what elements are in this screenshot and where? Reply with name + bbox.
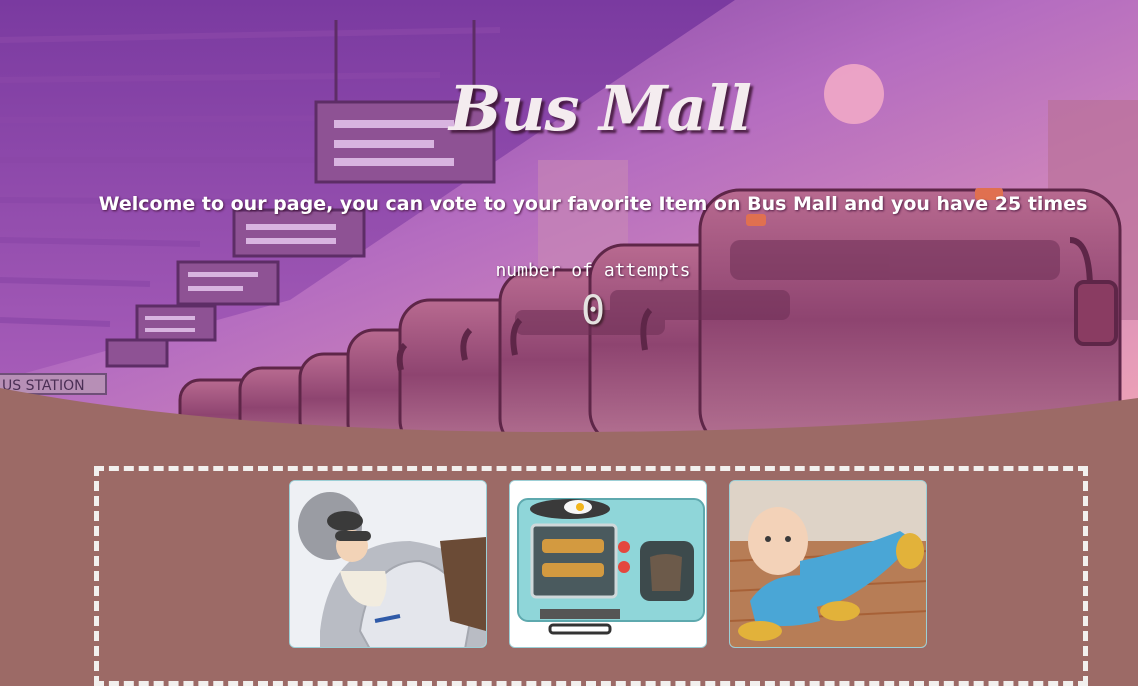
product-image-1[interactable] <box>289 480 487 648</box>
welcome-message: Welcome to our page, you can vote to you… <box>98 193 1088 215</box>
attempts-count: 0 <box>580 288 606 334</box>
page-title: Bus Mall <box>449 72 752 145</box>
baby-sweeper-image <box>730 481 926 647</box>
breakfast-station-image <box>510 481 706 647</box>
hero-banner: US STATION Bus Mall Welcome to our page,… <box>0 0 1138 440</box>
tauntaun-sleeping-bag-image <box>290 481 486 647</box>
product-image-3[interactable] <box>729 480 927 648</box>
product-image-2[interactable] <box>509 480 707 648</box>
bus-station-illustration: US STATION <box>0 0 1138 440</box>
attempts-label: number of attempts <box>495 260 691 281</box>
